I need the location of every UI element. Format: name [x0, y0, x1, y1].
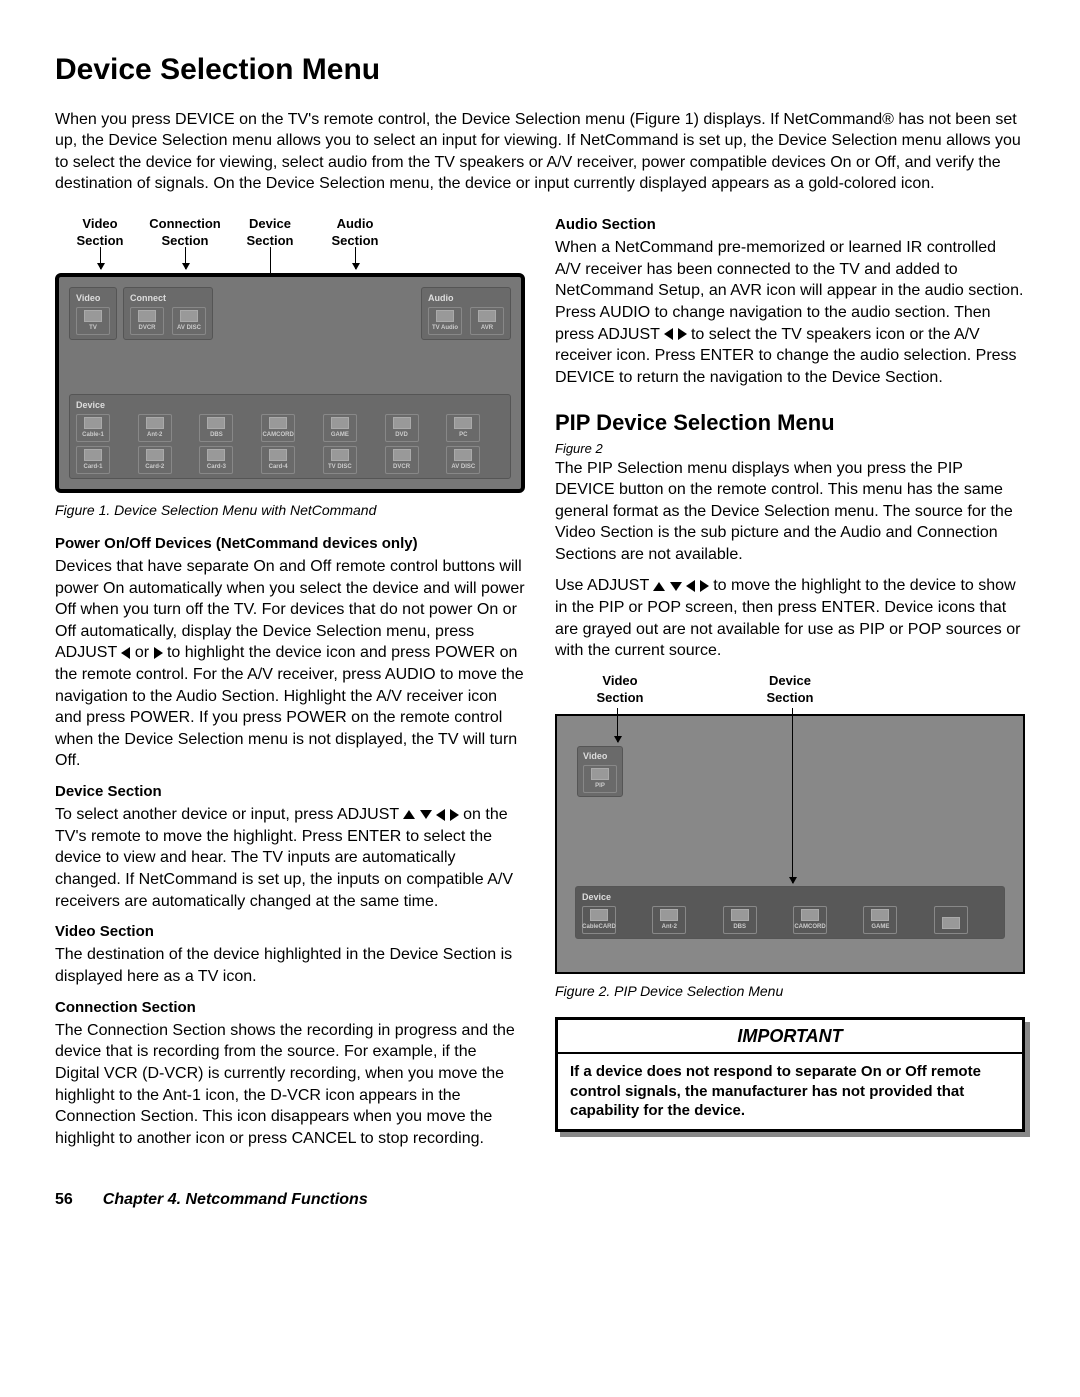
right-arrow-icon	[450, 809, 459, 821]
up-arrow-icon	[403, 810, 415, 819]
arrow-icon	[792, 708, 793, 883]
figure-1-caption: Figure 1. Device Selection Menu with Net…	[55, 501, 525, 520]
device-icon: TV DISC	[323, 446, 357, 474]
video-heading: Video Section	[55, 922, 525, 942]
left-arrow-icon	[436, 809, 445, 821]
audio-heading: Audio Section	[555, 215, 1025, 235]
page-footer: 56 Chapter 4. Netcommand Functions	[55, 1189, 1025, 1211]
device-icon: DBS	[199, 414, 233, 442]
panel-audio: Audio TV Audio AVR	[421, 287, 511, 340]
figure-2-caption: Figure 2. PIP Device Selection Menu	[555, 982, 1025, 1001]
chapter-title: Chapter 4. Netcommand Functions	[103, 1189, 368, 1211]
device-icon: TV	[76, 307, 110, 335]
video-paragraph: The destination of the device highlighte…	[55, 944, 525, 987]
device-icon: Card-1	[76, 446, 110, 474]
device-icon: DVCR	[130, 307, 164, 335]
device-icon: DVD	[385, 414, 419, 442]
device-icon: Card-3	[199, 446, 233, 474]
connection-paragraph: The Connection Section shows the recordi…	[55, 1020, 525, 1150]
arrow-icon	[185, 247, 186, 269]
device-icon: Cable-1	[76, 414, 110, 442]
important-title: IMPORTANT	[558, 1020, 1022, 1054]
intro-paragraph: When you press DEVICE on the TV's remote…	[55, 109, 1025, 195]
device-icon: DVCR	[385, 446, 419, 474]
left-arrow-icon	[664, 328, 673, 340]
power-paragraph: Devices that have separate On and Off re…	[55, 556, 525, 772]
device-icon: AV DISC	[172, 307, 206, 335]
left-arrow-icon	[686, 580, 695, 592]
important-box: IMPORTANT If a device does not respond t…	[555, 1017, 1025, 1132]
down-arrow-icon	[670, 582, 682, 591]
label-device-section: Device Section	[240, 215, 300, 250]
label-connection-section: Connection Section	[140, 215, 230, 250]
pip-figure-ref: Figure 2	[555, 440, 1025, 458]
device-icon: Ant-2	[652, 906, 686, 934]
device-icon: PC	[446, 414, 480, 442]
figure-2: Video PIP Device CableCARD Ant-2 DBS CAM…	[555, 714, 1025, 974]
device-icon: AVR	[470, 307, 504, 335]
device-icon: DBS	[723, 906, 757, 934]
panel-connect: Connect DVCR AV DISC	[123, 287, 213, 340]
device-icon: Card-4	[261, 446, 295, 474]
device-icon: Card-2	[138, 446, 172, 474]
arrow-icon	[617, 708, 618, 742]
device-icon: GAME	[863, 906, 897, 934]
panel-device: Device Cable-1 Ant-2 DBS CAMCORD GAME DV…	[69, 394, 511, 479]
pip-title: PIP Device Selection Menu	[555, 408, 1025, 438]
arrow-icon	[355, 247, 356, 269]
down-arrow-icon	[420, 810, 432, 819]
figure-1: Video TV Connect DVCR AV DISC Aud	[55, 273, 525, 493]
device-icon: TV Audio	[428, 307, 462, 335]
device-icon: CableCARD	[582, 906, 616, 934]
label-video-section: Video Section	[70, 215, 130, 250]
label-audio-section: Audio Section	[325, 215, 385, 250]
page-title: Device Selection Menu	[55, 50, 1025, 91]
device-icon: GAME	[323, 414, 357, 442]
device-icon: PIP	[583, 765, 617, 793]
device-icon	[934, 906, 968, 934]
label-device-section: Device Section	[755, 672, 825, 707]
right-arrow-icon	[700, 580, 709, 592]
up-arrow-icon	[653, 582, 665, 591]
pip-paragraph-2: Use ADJUST to move the highlight to the …	[555, 575, 1025, 661]
device-heading: Device Section	[55, 782, 525, 802]
label-video-section: Video Section	[585, 672, 655, 707]
device-icon: CAMCORD	[793, 906, 827, 934]
device-icon: Ant-2	[138, 414, 172, 442]
connection-heading: Connection Section	[55, 998, 525, 1018]
pip-paragraph-1: The PIP Selection menu displays when you…	[555, 458, 1025, 566]
audio-paragraph: When a NetCommand pre-memorized or learn…	[555, 237, 1025, 388]
panel-device: Device CableCARD Ant-2 DBS CAMCORD GAME	[575, 886, 1005, 939]
device-icon: AV DISC	[446, 446, 480, 474]
right-arrow-icon	[678, 328, 687, 340]
power-heading: Power On/Off Devices (NetCommand devices…	[55, 534, 525, 554]
panel-video: Video TV	[69, 287, 117, 340]
important-body: If a device does not respond to separate…	[558, 1054, 1022, 1129]
device-paragraph: To select another device or input, press…	[55, 804, 525, 912]
panel-video: Video PIP	[577, 746, 623, 797]
page-number: 56	[55, 1189, 73, 1211]
right-arrow-icon	[154, 647, 163, 659]
arrow-icon	[100, 247, 101, 269]
device-icon: CAMCORD	[261, 414, 295, 442]
